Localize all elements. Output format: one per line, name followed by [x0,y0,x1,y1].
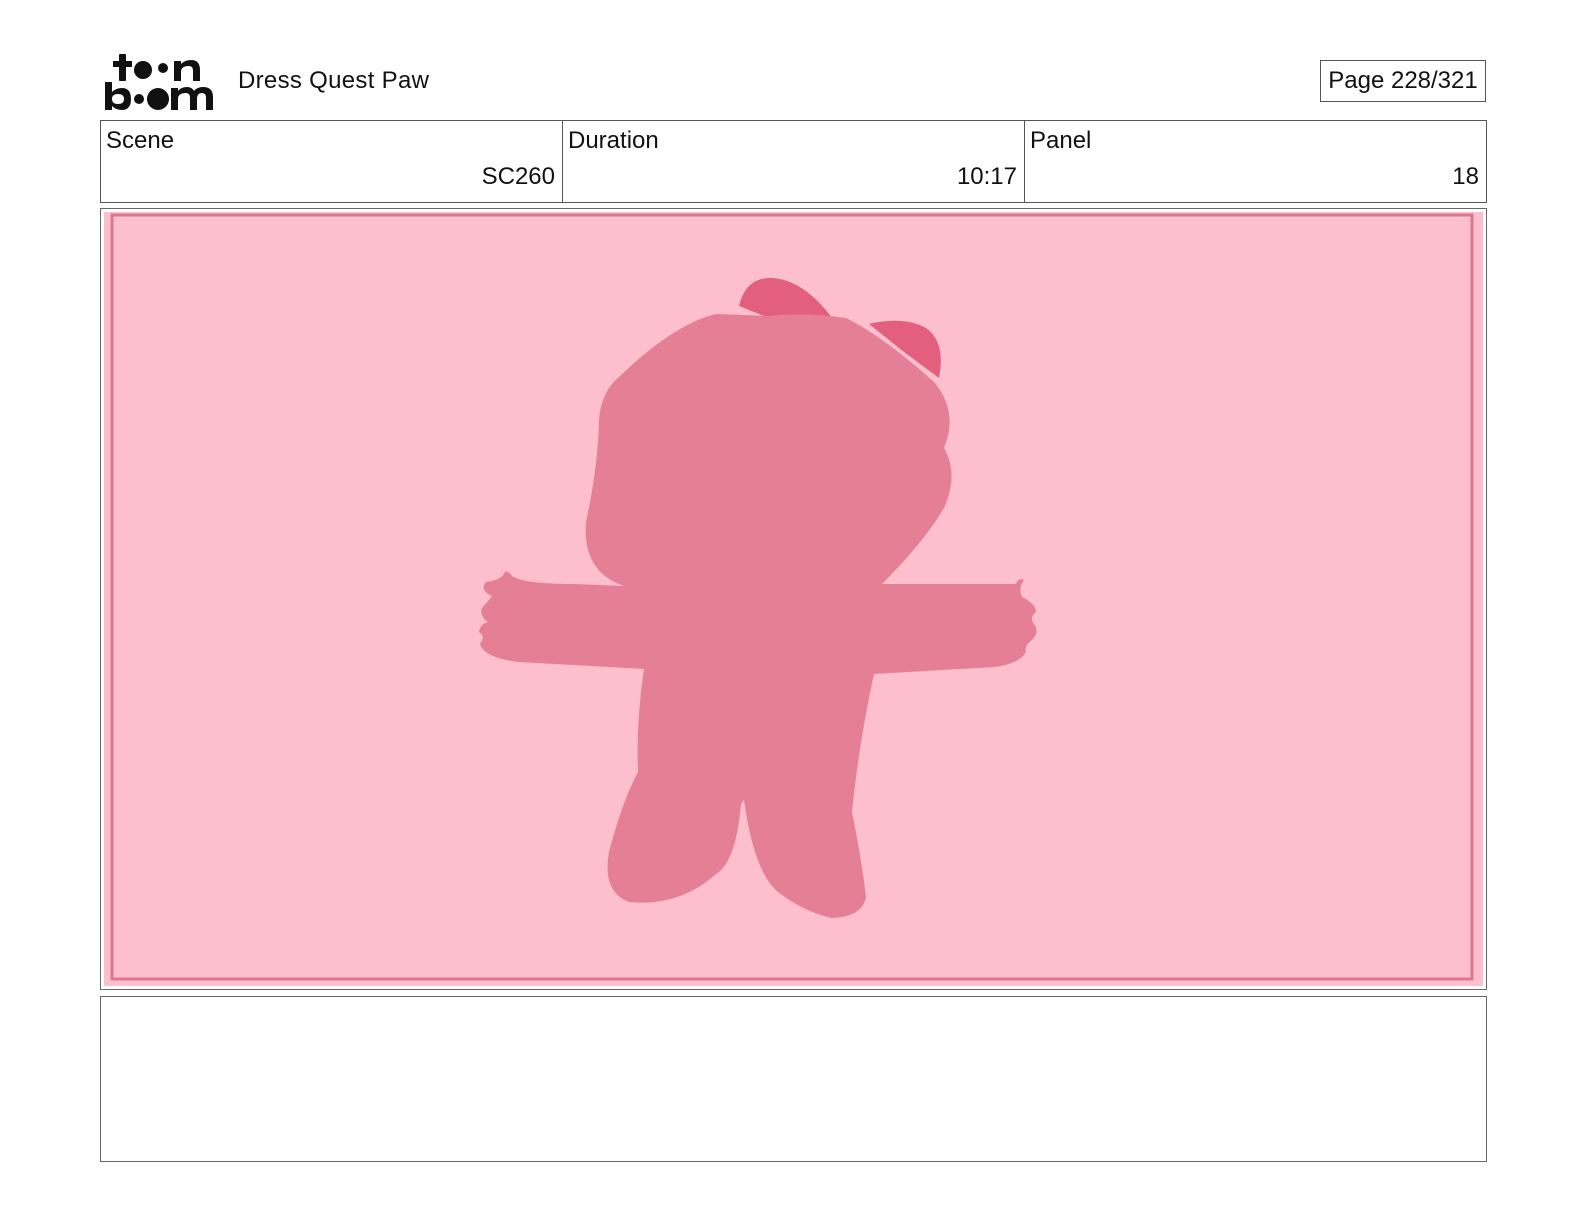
scene-info-table: Scene SC260 Duration 10:17 Panel 18 [100,120,1487,203]
scene-value: SC260 [481,163,555,190]
panel-label: Panel [1030,127,1092,154]
duration-value: 10:17 [956,163,1017,190]
scene-cell: Scene SC260 [101,121,563,202]
panel-cell: Panel 18 [1025,121,1486,202]
duration-cell: Duration 10:17 [563,121,1025,202]
panel-artwork [104,212,1483,986]
project-title: Dress Quest Paw [238,67,430,94]
panel-value: 18 [1452,163,1479,190]
panel-image-frame [100,208,1487,990]
storyboard-page: Dress Quest Paw Page 228/321 Scene SC260… [0,0,1584,1224]
toon-boom-logo [105,54,213,110]
page-counter: Page 228/321 [1320,60,1486,102]
duration-label: Duration [568,127,659,154]
panel-notes-box [100,996,1487,1162]
scene-label: Scene [106,127,175,154]
